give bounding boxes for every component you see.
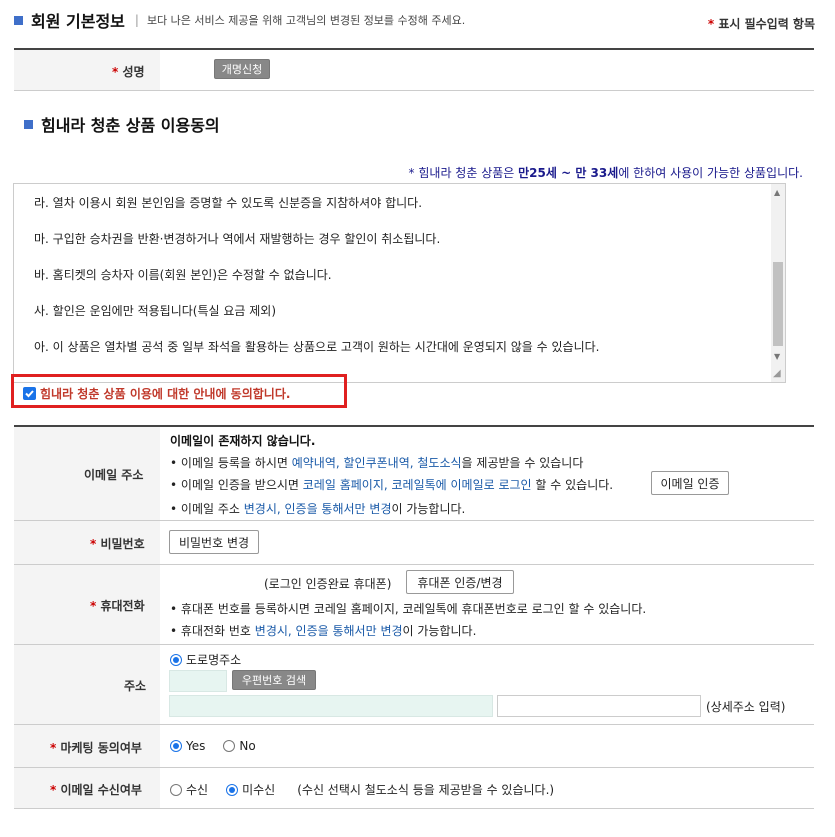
marketing-label-text: 마케팅 동의여부 [60,741,142,755]
email-b3-pre: 이메일 주소 [180,502,244,516]
phone-b2-post: 이 가능합니다. [402,624,477,638]
consent-scrollbar[interactable]: ▲ ▼ ◢ [771,184,785,382]
phone-b2-link: 변경시, 인증을 통해서만 변경 [254,624,403,638]
email-b3-link: 변경시, 인증을 통해서만 변경 [243,502,392,516]
email-bullet-1: • 이메일 등록을 하시면 예약내역, 할인쿠폰내역, 철도소식을 제공받을 수… [170,456,584,470]
required-mark: * [90,537,97,551]
email-status: 이메일이 존재하지 않습니다. [170,434,316,448]
marketing-options: Yes No [170,739,256,753]
email-receive-yes-radio[interactable] [170,783,182,796]
age-max: 만 33세 [575,166,619,180]
phone-label: * 휴대전화 [90,597,145,614]
rename-request-button[interactable]: 개명신청 [214,59,270,79]
consent-section-header: 힘내라 청춘 상품 이용동의 [24,112,220,136]
consent-line: 마. 구입한 승차권을 반환·변경하거나 역에서 재발행하는 경우 할인이 취소… [34,232,441,246]
check-icon [25,390,34,398]
name-label: * 성명 [112,63,145,80]
address-input[interactable] [169,695,493,717]
road-address-label: 도로명주소 [186,653,242,667]
consent-line: 라. 열차 이용시 회원 본인임을 증명할 수 있도록 신분증을 지참하셔야 합… [34,196,423,210]
age-notice-suffix: 에 한하여 사용이 가능한 상품입니다. [618,166,803,180]
required-note-text: 표시 필수입력 항목 [718,17,815,31]
consent-checkbox[interactable] [23,387,36,400]
address-detail-input[interactable] [497,695,701,717]
phone-bullet-1: • 휴대폰 번호를 등록하시면 코레일 홈페이지, 코레일톡에 휴대폰번호로 로… [170,602,647,616]
marketing-label: * 마케팅 동의여부 [50,739,142,756]
age-tilde: ~ [556,166,576,180]
change-password-button[interactable]: 비밀번호 변경 [169,530,259,554]
email-receive-note: (수신 선택시 철도소식 등을 제공받을 수 있습니다.) [297,783,555,797]
email-receive-yes-label[interactable]: 수신 [186,781,208,798]
email-b2-pre: 이메일 인증을 받으시면 [180,478,303,492]
zipcode-input[interactable] [169,670,227,692]
email-label: 이메일 주소 [84,468,144,482]
age-min: 만25세 [518,166,557,180]
road-address-radio[interactable] [170,653,182,666]
required-mark: * [707,17,715,31]
consent-line: 사. 할인은 운임에만 적용됩니다(특실 요금 제외) [34,304,277,318]
divider [14,564,814,565]
section-header: 회원 기본정보 | 보다 나은 서비스 제공을 위해 고객님의 변경된 정보를 … [14,8,465,32]
required-mark: * [50,741,57,755]
title-separator: | [134,13,139,27]
marketing-no-radio[interactable] [223,740,236,752]
phone-bullet-2: • 휴대전화 번호 변경시, 인증을 통해서만 변경이 가능합니다. [170,624,477,638]
password-label-text: 비밀번호 [100,537,145,551]
required-mark: * [112,65,119,79]
divider [14,808,814,809]
email-receive-label-text: 이메일 수신여부 [60,783,142,797]
email-bullet-3: • 이메일 주소 변경시, 인증을 통해서만 변경이 가능합니다. [170,502,466,516]
divider [14,520,814,521]
scrollbar-thumb[interactable] [773,262,783,346]
email-b1-link: 예약내역, 할인쿠폰내역, 철도소식 [291,456,462,470]
consent-line: 바. 홈티켓의 승차자 이름(회원 본인)은 수정할 수 없습니다. [34,268,332,282]
section-square-icon [24,119,33,129]
consent-checkbox-label[interactable]: 힘내라 청춘 상품 이용에 대한 안내에 동의합니다. [40,385,290,402]
divider [14,90,814,91]
divider [14,724,814,725]
required-note: * 표시 필수입력 항목 [708,15,815,32]
required-mark: * [50,783,57,797]
phone-verify-button[interactable]: 휴대폰 인증/변경 [406,570,514,594]
email-b2-post: 할 수 있습니다. [531,478,614,492]
email-verify-button[interactable]: 이메일 인증 [651,471,729,495]
phone-login-note: (로그인 인증완료 휴대폰) [264,577,392,591]
phone-b1-text: 휴대폰 번호를 등록하시면 코레일 홈페이지, 코레일톡에 휴대폰번호로 로그인… [180,602,647,616]
divider [14,767,814,768]
name-label-text: 성명 [122,65,145,79]
phone-b2-pre: 휴대전화 번호 [180,624,255,638]
scroll-up-icon[interactable]: ▲ [774,188,780,197]
age-notice: * 힘내라 청춘 상품은 만25세 ~ 만 33세에 한하여 사용이 가능한 상… [409,164,803,181]
phone-label-text: 휴대전화 [100,599,145,613]
road-address-radio-row[interactable]: 도로명주소 [170,651,241,668]
resize-grip-icon[interactable]: ◢ [773,368,781,379]
divider [14,644,814,645]
email-b1-pre: 이메일 등록을 하시면 [180,456,292,470]
marketing-yes-radio[interactable] [170,740,182,752]
consent-line: 아. 이 상품은 열차별 공석 중 일부 좌석을 활용하는 상품으로 고객이 원… [34,340,600,354]
page-description: 보다 나은 서비스 제공을 위해 고객님의 변경된 정보를 수정해 주세요. [146,14,466,27]
email-b2-link: 코레일 홈페이지, 코레일톡에 이메일로 로그인 [302,478,532,492]
email-b1-post: 을 제공받을 수 있습니다 [461,456,584,470]
address-detail-note: (상세주소 입력) [706,700,786,714]
zipcode-search-button[interactable]: 우편번호 검색 [232,670,316,690]
email-receive-no-radio[interactable] [226,783,239,796]
address-label: 주소 [124,679,147,693]
consent-checkbox-row[interactable]: 힘내라 청춘 상품 이용에 대한 안내에 동의합니다. [23,385,290,402]
email-bullet-2: • 이메일 인증을 받으시면 코레일 홈페이지, 코레일톡에 이메일로 로그인 … [170,478,614,492]
consent-section-title: 힘내라 청춘 상품 이용동의 [41,116,220,135]
email-receive-label: * 이메일 수신여부 [50,781,142,798]
section-square-icon [14,15,23,25]
page-title: 회원 기본정보 [31,12,125,31]
email-b3-post: 이 가능합니다. [391,502,466,516]
marketing-yes-label[interactable]: Yes [186,739,205,753]
consent-textarea[interactable]: 라. 열차 이용시 회원 본인임을 증명할 수 있도록 신분증을 지참하셔야 합… [13,183,786,383]
password-label: * 비밀번호 [90,535,145,552]
required-mark: * [90,599,97,613]
marketing-no-label[interactable]: No [239,739,255,753]
email-receive-options: 수신 미수신 (수신 선택시 철도소식 등을 제공받을 수 있습니다.) [170,781,554,798]
scroll-down-icon[interactable]: ▼ [774,352,780,361]
email-receive-no-label[interactable]: 미수신 [242,781,275,798]
age-notice-prefix: * 힘내라 청춘 상품은 [408,166,519,180]
